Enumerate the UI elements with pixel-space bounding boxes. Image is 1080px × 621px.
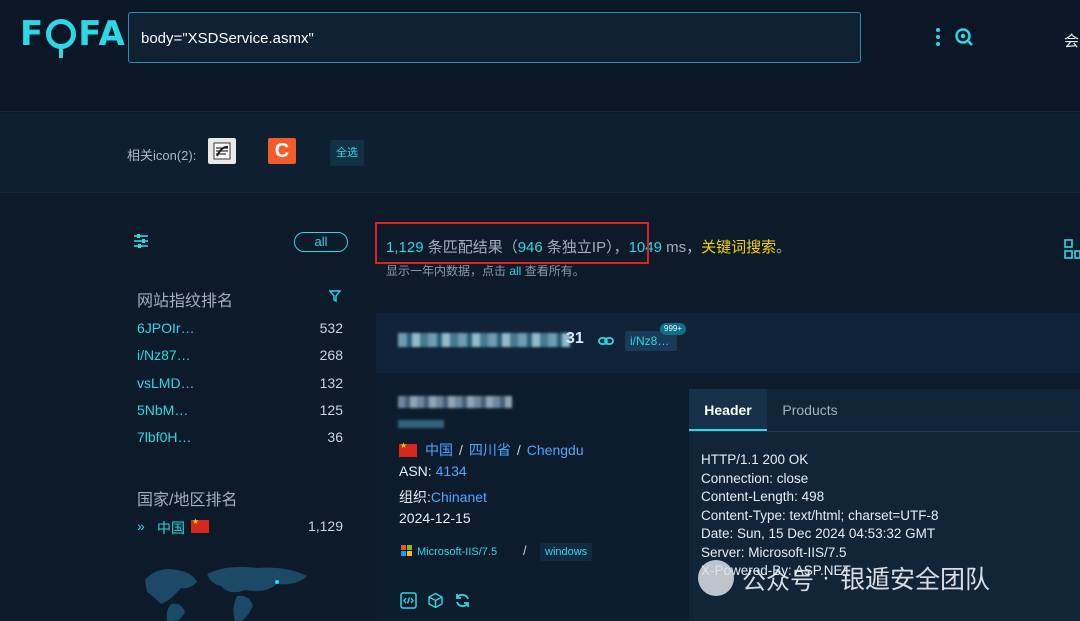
search-input[interactable] bbox=[141, 25, 781, 51]
search-icon[interactable] bbox=[954, 27, 978, 51]
fingerprint-count: 125 bbox=[319, 402, 343, 418]
fofa-logo[interactable]: F FA bbox=[20, 14, 126, 58]
result-date: 2024-12-15 bbox=[399, 510, 471, 526]
location-separator: / bbox=[516, 442, 521, 458]
cube-icon[interactable] bbox=[427, 592, 444, 609]
country-ranking-title: 国家/地区排名 bbox=[137, 492, 238, 509]
watermark-dot: · bbox=[822, 564, 830, 591]
watermark-text-2: 银遁安全团队 bbox=[840, 566, 991, 594]
related-icon-1[interactable] bbox=[208, 138, 236, 164]
filter-settings-icon[interactable] bbox=[133, 234, 149, 248]
location-country[interactable]: 中国 bbox=[425, 442, 453, 458]
related-icons-row: 相关icon(2): bbox=[0, 113, 1080, 193]
china-flag-icon bbox=[191, 517, 209, 533]
fingerprint-row[interactable]: i/Nz87… 268 bbox=[137, 347, 343, 367]
fingerprint-row[interactable]: 6JPOIr… 532 bbox=[137, 320, 343, 340]
highlight-box bbox=[375, 222, 649, 264]
fingerprint-key[interactable]: 5NbM… bbox=[137, 402, 188, 418]
fingerprint-count: 532 bbox=[319, 320, 343, 336]
logo-letters-fa: FA bbox=[78, 14, 126, 54]
tab-header[interactable]: Header bbox=[689, 389, 767, 431]
fingerprint-row[interactable]: vsLMD… 132 bbox=[137, 375, 343, 395]
watermark-text-1: 公众号 bbox=[742, 567, 814, 595]
stats-end: 。 bbox=[776, 239, 792, 256]
header-line: HTTP/1.1 200 OK bbox=[701, 452, 809, 467]
keyword-search-link[interactable]: 关键词搜索 bbox=[701, 239, 776, 256]
funnel-icon[interactable] bbox=[328, 290, 342, 305]
result-actions bbox=[400, 592, 471, 610]
logo-o-icon bbox=[46, 19, 77, 58]
link-icon[interactable] bbox=[598, 334, 614, 350]
account-menu[interactable]: 会 bbox=[1064, 30, 1079, 51]
asn-line: ASN: 4134 bbox=[399, 463, 467, 479]
view-all-link[interactable]: all bbox=[509, 264, 521, 278]
host-tail: 31 bbox=[566, 330, 584, 347]
location-city[interactable]: Chengdu bbox=[527, 442, 584, 458]
redacted-title bbox=[398, 396, 512, 408]
fingerprint-key[interactable]: vsLMD… bbox=[137, 375, 195, 391]
tech-tag-iis[interactable]: Microsoft-IIS/7.5 bbox=[401, 543, 497, 561]
org-link[interactable]: Chinanet bbox=[431, 489, 487, 505]
logo-letter-f: F bbox=[20, 14, 45, 54]
tab-divider bbox=[689, 431, 1080, 432]
header-line: Content-Length: 498 bbox=[701, 489, 825, 504]
location-separator: / bbox=[459, 442, 463, 458]
org-line: 组织:Chinanet bbox=[399, 487, 487, 507]
fingerprint-ranking-title: 网站指纹排名 bbox=[137, 293, 234, 310]
related-icon-2[interactable]: C bbox=[268, 138, 296, 164]
fingerprint-key[interactable]: i/Nz87… bbox=[137, 347, 191, 363]
world-map bbox=[137, 560, 343, 621]
fingerprint-key[interactable]: 6JPOIr… bbox=[137, 320, 195, 336]
header-line: Date: Sun, 15 Dec 2024 04:53:32 GMT bbox=[701, 526, 936, 541]
fingerprint-key[interactable]: 7lbf0H… bbox=[137, 429, 191, 445]
tech-iis-label: Microsoft-IIS/7.5 bbox=[417, 546, 498, 558]
location-province[interactable]: 四川省 bbox=[469, 442, 511, 458]
refresh-icon[interactable] bbox=[454, 592, 471, 609]
country-row[interactable]: » 中国 1,129 bbox=[137, 517, 343, 538]
count-badge: 999+ bbox=[660, 323, 687, 335]
query-time-suffix: ms， bbox=[661, 239, 702, 256]
tech-tag-windows[interactable]: windows bbox=[540, 543, 593, 561]
chevron-right-icon[interactable]: » bbox=[137, 518, 145, 534]
org-label: 组织: bbox=[399, 489, 431, 505]
search-box bbox=[128, 12, 973, 63]
fingerprint-count: 132 bbox=[319, 375, 343, 391]
more-options-icon[interactable] bbox=[935, 27, 941, 47]
header-line: Content-Type: text/html; charset=UTF-8 bbox=[701, 507, 939, 523]
tech-separator: / bbox=[523, 543, 527, 558]
redacted-subtitle bbox=[398, 420, 444, 428]
watermark: 公众号 · 银遁安全团队 bbox=[698, 558, 990, 598]
redacted-host bbox=[398, 333, 570, 347]
tab-products[interactable]: Products bbox=[767, 389, 853, 431]
wechat-logo-icon bbox=[698, 560, 734, 596]
related-icons-label: 相关icon(2): bbox=[127, 148, 197, 163]
asn-link[interactable]: 4134 bbox=[436, 463, 467, 479]
layout-toggle-icon[interactable] bbox=[1064, 238, 1080, 260]
all-toggle[interactable]: all bbox=[294, 232, 348, 252]
result-substats: 显示一年内数据，点击 all 查看所有。 bbox=[386, 262, 585, 279]
substats-suffix: 查看所有。 bbox=[521, 264, 585, 278]
country-name[interactable]: 中国 bbox=[157, 518, 185, 538]
header-line: Connection: close bbox=[701, 470, 809, 486]
select-all-button[interactable]: 全选 bbox=[330, 140, 364, 166]
substats-prefix: 显示一年内数据，点击 bbox=[386, 264, 510, 278]
code-icon[interactable] bbox=[400, 592, 417, 609]
location-line: 中国 / 四川省 / Chengdu bbox=[399, 440, 584, 460]
fingerprint-row[interactable]: 7lbf0H… 36 bbox=[137, 429, 343, 449]
fingerprint-count: 36 bbox=[327, 429, 343, 445]
fingerprint-row[interactable]: 5NbM… 125 bbox=[137, 402, 343, 422]
country-count: 1,129 bbox=[307, 518, 343, 534]
fingerprint-count: 268 bbox=[319, 347, 343, 363]
asn-label: ASN: bbox=[399, 463, 432, 479]
windows-logo-icon bbox=[401, 545, 413, 557]
china-flag-icon bbox=[399, 441, 417, 457]
